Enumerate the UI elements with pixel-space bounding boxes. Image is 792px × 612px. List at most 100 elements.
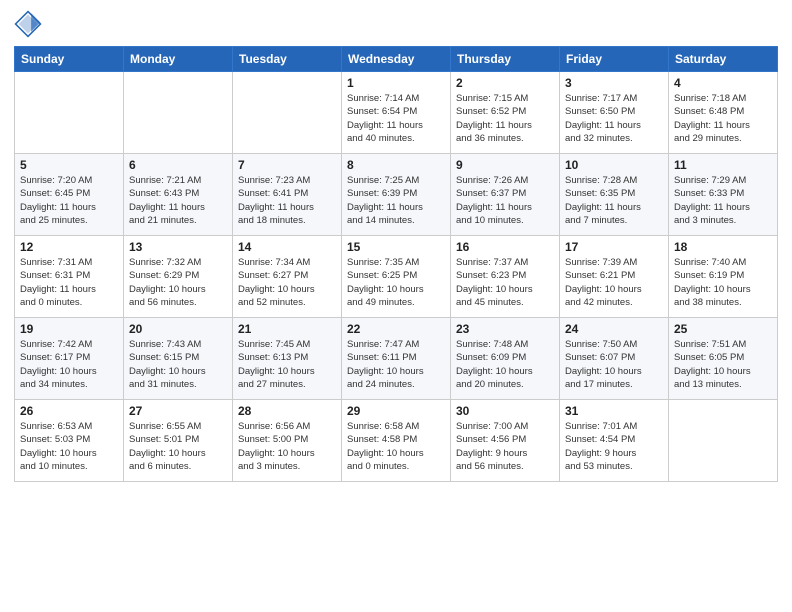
logo-icon bbox=[14, 10, 42, 38]
calendar-cell: 25Sunrise: 7:51 AM Sunset: 6:05 PM Dayli… bbox=[669, 318, 778, 400]
calendar-cell: 12 Sunrise: 7:31 AM Sunset: 6:31 PM Dayli… bbox=[15, 236, 124, 318]
calendar-week-3: 12 Sunrise: 7:31 AM Sunset: 6:31 PM Dayli… bbox=[15, 236, 778, 318]
day-info: Sunrise: 7:21 AM Sunset: 6:43 PM Dayligh… bbox=[129, 174, 227, 227]
day-number: 28 bbox=[238, 404, 336, 418]
col-tuesday: Tuesday bbox=[233, 47, 342, 72]
day-info: Sunrise: 7:37 AM Sunset: 6:23 PM Dayligh… bbox=[456, 256, 554, 309]
day-info: Sunrise: 7:51 AM Sunset: 6:05 PM Dayligh… bbox=[674, 338, 772, 391]
day-info: Sunrise: 7:23 AM Sunset: 6:41 PM Dayligh… bbox=[238, 174, 336, 227]
day-info: Sunrise: 7:50 AM Sunset: 6:07 PM Dayligh… bbox=[565, 338, 663, 391]
day-info: Sunrise: 7:01 AM Sunset: 4:54 PM Dayligh… bbox=[565, 420, 663, 473]
calendar-cell: 29Sunrise: 6:58 AM Sunset: 4:58 PM Dayli… bbox=[342, 400, 451, 482]
col-sunday: Sunday bbox=[15, 47, 124, 72]
calendar-cell: 24 Sunrise: 7:50 AM Sunset: 6:07 PM Dayli… bbox=[560, 318, 669, 400]
day-number: 19 bbox=[20, 322, 118, 336]
calendar-week-4: 19 Sunrise: 7:42 AM Sunset: 6:17 PM Dayli… bbox=[15, 318, 778, 400]
day-number: 4 bbox=[674, 76, 772, 90]
day-info: Sunrise: 7:40 AM Sunset: 6:19 PM Dayligh… bbox=[674, 256, 772, 309]
day-number: 6 bbox=[129, 158, 227, 172]
calendar-cell bbox=[15, 72, 124, 154]
calendar-cell: 8 Sunrise: 7:25 AM Sunset: 6:39 PM Daylig… bbox=[342, 154, 451, 236]
calendar-cell: 17Sunrise: 7:39 AM Sunset: 6:21 PM Dayli… bbox=[560, 236, 669, 318]
day-number: 20 bbox=[129, 322, 227, 336]
col-friday: Friday bbox=[560, 47, 669, 72]
day-info: Sunrise: 7:29 AM Sunset: 6:33 PM Dayligh… bbox=[674, 174, 772, 227]
day-number: 8 bbox=[347, 158, 445, 172]
day-info: Sunrise: 6:56 AM Sunset: 5:00 PM Dayligh… bbox=[238, 420, 336, 473]
calendar-cell: 27 Sunrise: 6:55 AM Sunset: 5:01 PM Dayli… bbox=[124, 400, 233, 482]
day-info: Sunrise: 7:25 AM Sunset: 6:39 PM Dayligh… bbox=[347, 174, 445, 227]
calendar-cell: 13Sunrise: 7:32 AM Sunset: 6:29 PM Dayli… bbox=[124, 236, 233, 318]
calendar-cell: 2 Sunrise: 7:15 AM Sunset: 6:52 PM Daylig… bbox=[451, 72, 560, 154]
day-info: Sunrise: 7:20 AM Sunset: 6:45 PM Dayligh… bbox=[20, 174, 118, 227]
day-number: 3 bbox=[565, 76, 663, 90]
day-number: 22 bbox=[347, 322, 445, 336]
calendar-cell: 28 Sunrise: 6:56 AM Sunset: 5:00 PM Dayli… bbox=[233, 400, 342, 482]
day-info: Sunrise: 7:34 AM Sunset: 6:27 PM Dayligh… bbox=[238, 256, 336, 309]
calendar-cell: 26Sunrise: 6:53 AM Sunset: 5:03 PM Dayli… bbox=[15, 400, 124, 482]
day-number: 1 bbox=[347, 76, 445, 90]
day-info: Sunrise: 6:55 AM Sunset: 5:01 PM Dayligh… bbox=[129, 420, 227, 473]
day-number: 15 bbox=[347, 240, 445, 254]
calendar-cell: 6 Sunrise: 7:21 AM Sunset: 6:43 PM Daylig… bbox=[124, 154, 233, 236]
day-number: 9 bbox=[456, 158, 554, 172]
day-info: Sunrise: 7:42 AM Sunset: 6:17 PM Dayligh… bbox=[20, 338, 118, 391]
page: Sunday Monday Tuesday Wednesday Thursday… bbox=[0, 0, 792, 612]
calendar-week-2: 5 Sunrise: 7:20 AM Sunset: 6:45 PM Daylig… bbox=[15, 154, 778, 236]
calendar-cell: 22 Sunrise: 7:47 AM Sunset: 6:11 PM Dayli… bbox=[342, 318, 451, 400]
calendar-cell: 21 Sunrise: 7:45 AM Sunset: 6:13 PM Dayli… bbox=[233, 318, 342, 400]
day-number: 27 bbox=[129, 404, 227, 418]
day-info: Sunrise: 7:35 AM Sunset: 6:25 PM Dayligh… bbox=[347, 256, 445, 309]
calendar-cell: 16 Sunrise: 7:37 AM Sunset: 6:23 PM Dayli… bbox=[451, 236, 560, 318]
calendar-cell: 18 Sunrise: 7:40 AM Sunset: 6:19 PM Dayli… bbox=[669, 236, 778, 318]
calendar-week-5: 26Sunrise: 6:53 AM Sunset: 5:03 PM Dayli… bbox=[15, 400, 778, 482]
day-info: Sunrise: 7:15 AM Sunset: 6:52 PM Dayligh… bbox=[456, 92, 554, 145]
day-info: Sunrise: 7:00 AM Sunset: 4:56 PM Dayligh… bbox=[456, 420, 554, 473]
calendar-cell: 11 Sunrise: 7:29 AM Sunset: 6:33 PM Dayli… bbox=[669, 154, 778, 236]
day-number: 13 bbox=[129, 240, 227, 254]
calendar-cell: 31 Sunrise: 7:01 AM Sunset: 4:54 PM Dayli… bbox=[560, 400, 669, 482]
calendar-cell: 19 Sunrise: 7:42 AM Sunset: 6:17 PM Dayli… bbox=[15, 318, 124, 400]
col-wednesday: Wednesday bbox=[342, 47, 451, 72]
day-info: Sunrise: 7:47 AM Sunset: 6:11 PM Dayligh… bbox=[347, 338, 445, 391]
day-number: 31 bbox=[565, 404, 663, 418]
calendar-cell: 20 Sunrise: 7:43 AM Sunset: 6:15 PM Dayli… bbox=[124, 318, 233, 400]
day-number: 17 bbox=[565, 240, 663, 254]
logo bbox=[14, 10, 46, 38]
day-info: Sunrise: 7:26 AM Sunset: 6:37 PM Dayligh… bbox=[456, 174, 554, 227]
day-number: 16 bbox=[456, 240, 554, 254]
day-number: 2 bbox=[456, 76, 554, 90]
calendar-cell: 3 Sunrise: 7:17 AM Sunset: 6:50 PM Daylig… bbox=[560, 72, 669, 154]
day-number: 14 bbox=[238, 240, 336, 254]
calendar-cell bbox=[124, 72, 233, 154]
col-monday: Monday bbox=[124, 47, 233, 72]
day-number: 24 bbox=[565, 322, 663, 336]
calendar-cell bbox=[669, 400, 778, 482]
day-info: Sunrise: 7:45 AM Sunset: 6:13 PM Dayligh… bbox=[238, 338, 336, 391]
day-info: Sunrise: 7:14 AM Sunset: 6:54 PM Dayligh… bbox=[347, 92, 445, 145]
day-number: 21 bbox=[238, 322, 336, 336]
day-info: Sunrise: 6:53 AM Sunset: 5:03 PM Dayligh… bbox=[20, 420, 118, 473]
day-info: Sunrise: 7:43 AM Sunset: 6:15 PM Dayligh… bbox=[129, 338, 227, 391]
calendar-week-1: 1 Sunrise: 7:14 AM Sunset: 6:54 PM Daylig… bbox=[15, 72, 778, 154]
day-number: 30 bbox=[456, 404, 554, 418]
day-number: 11 bbox=[674, 158, 772, 172]
col-thursday: Thursday bbox=[451, 47, 560, 72]
day-info: Sunrise: 7:31 AM Sunset: 6:31 PM Dayligh… bbox=[20, 256, 118, 309]
day-number: 23 bbox=[456, 322, 554, 336]
calendar-cell: 23Sunrise: 7:48 AM Sunset: 6:09 PM Dayli… bbox=[451, 318, 560, 400]
calendar-cell: 1 Sunrise: 7:14 AM Sunset: 6:54 PM Daylig… bbox=[342, 72, 451, 154]
day-number: 29 bbox=[347, 404, 445, 418]
col-saturday: Saturday bbox=[669, 47, 778, 72]
day-number: 10 bbox=[565, 158, 663, 172]
day-number: 12 bbox=[20, 240, 118, 254]
day-number: 5 bbox=[20, 158, 118, 172]
calendar-cell bbox=[233, 72, 342, 154]
day-info: Sunrise: 7:28 AM Sunset: 6:35 PM Dayligh… bbox=[565, 174, 663, 227]
day-info: Sunrise: 7:17 AM Sunset: 6:50 PM Dayligh… bbox=[565, 92, 663, 145]
calendar: Sunday Monday Tuesday Wednesday Thursday… bbox=[14, 46, 778, 482]
calendar-cell: 15 Sunrise: 7:35 AM Sunset: 6:25 PM Dayli… bbox=[342, 236, 451, 318]
day-number: 18 bbox=[674, 240, 772, 254]
calendar-cell: 14 Sunrise: 7:34 AM Sunset: 6:27 PM Dayli… bbox=[233, 236, 342, 318]
header bbox=[14, 10, 778, 38]
